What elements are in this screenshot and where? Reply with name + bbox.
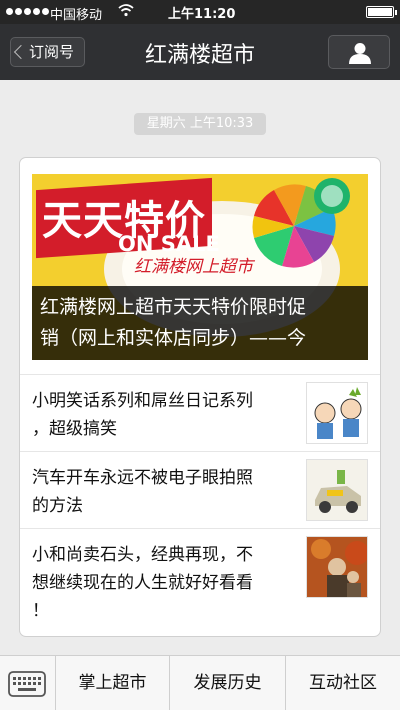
signal-icon — [6, 8, 49, 15]
menu-item-community[interactable]: 互动社区 — [286, 656, 400, 710]
status-bar: 中国移动 上午11:20 — [0, 0, 400, 24]
person-icon — [349, 43, 371, 64]
hero-article[interactable]: 天天特价 ON SALE 红满楼网上超市 红满楼网上超市天天特价限时促 销（网上… — [32, 174, 368, 360]
article-item[interactable]: 小明笑话系列和屌丝日记系列 ，超级搞笑 — [20, 374, 380, 451]
banner-subtitle: 红满楼网上超市 — [134, 257, 253, 277]
article-item[interactable]: 汽车开车永远不被电子眼拍照 的方法 — [20, 451, 380, 528]
cartoon-boys-icon — [306, 382, 368, 444]
menu-item-history[interactable]: 发展历史 — [170, 656, 286, 710]
carrier-label: 中国移动 — [50, 8, 103, 23]
wifi-icon — [118, 3, 134, 21]
article-title: 小和尚卖石头，经典再现，不 想继续现在的人生就好好看看 ！ — [32, 545, 253, 621]
hero-caption-line: 销（网上和实体店同步）——今 — [40, 327, 307, 349]
menu-item-store[interactable]: 掌上超市 — [56, 656, 170, 710]
profile-button[interactable] — [328, 35, 390, 69]
autumn-photo-icon — [306, 536, 368, 598]
bottom-menu-bar: 掌上超市 发展历史 互动社区 — [0, 655, 400, 710]
message-timestamp: 星期六 上午10:33 — [134, 113, 266, 135]
battery-icon — [366, 6, 397, 18]
article-title: 小明笑话系列和屌丝日记系列 ，超级搞笑 — [32, 391, 253, 439]
clock-label: 上午11:20 — [168, 7, 236, 22]
article-title: 汽车开车永远不被电子眼拍照 的方法 — [32, 468, 253, 516]
keyboard-toggle[interactable] — [0, 656, 56, 710]
article-card: 天天特价 ON SALE 红满楼网上超市 红满楼网上超市天天特价限时促 销（网上… — [19, 157, 381, 637]
keyboard-icon — [8, 671, 46, 697]
article-item[interactable]: 小和尚卖石头，经典再现，不 想继续现在的人生就好好看看 ！ — [20, 528, 380, 638]
hero-caption-line: 红满楼网上超市天天特价限时促 — [40, 296, 307, 318]
hero-caption: 红满楼网上超市天天特价限时促 销（网上和实体店同步）——今 — [32, 286, 368, 360]
nav-bar: 订阅号 红满楼超市 — [0, 24, 400, 80]
toy-car-icon — [306, 459, 368, 521]
